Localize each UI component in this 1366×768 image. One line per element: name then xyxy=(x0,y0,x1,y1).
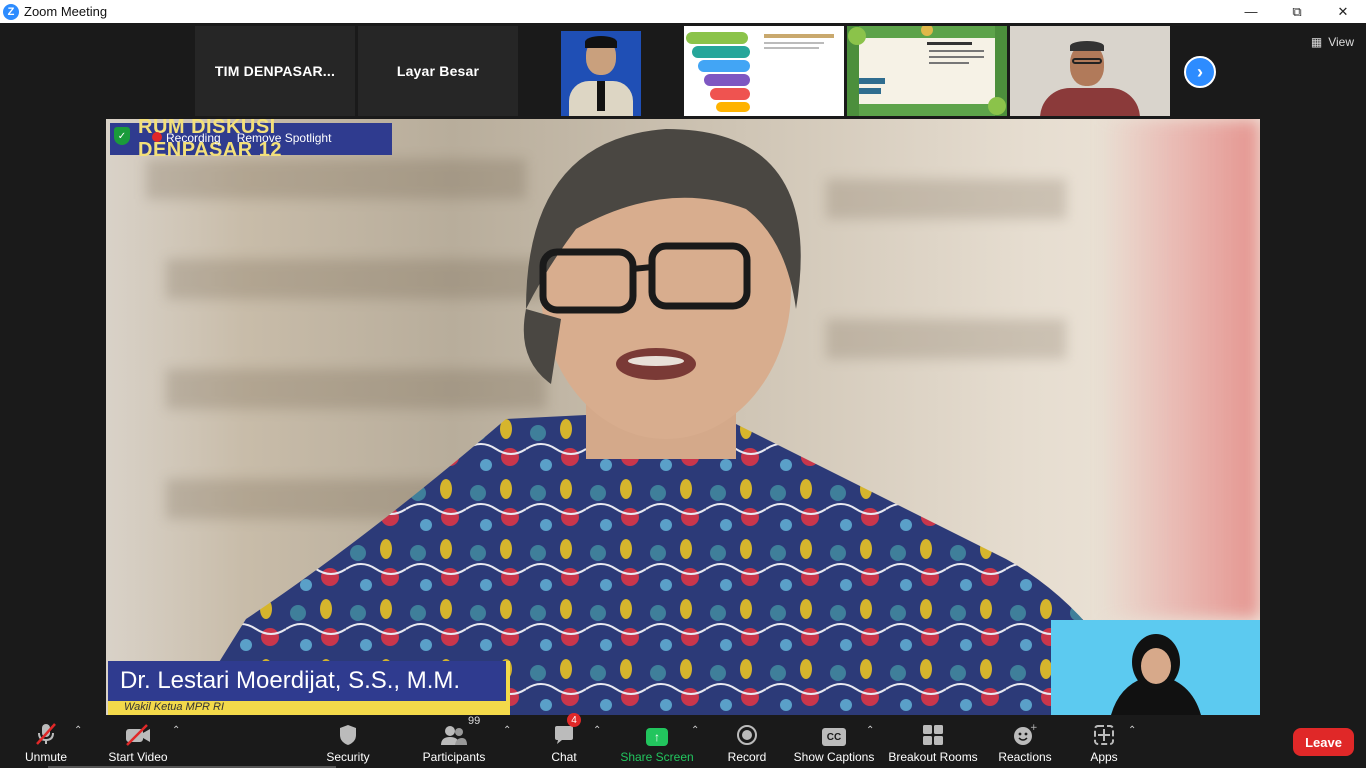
participants-icon: 99 xyxy=(440,715,480,746)
recording-indicator[interactable]: Recording xyxy=(152,131,221,145)
participant-video-thumbnail[interactable] xyxy=(521,26,681,116)
sign-language-interpreter-video[interactable] xyxy=(1051,620,1260,715)
leave-button[interactable]: Leave xyxy=(1293,728,1354,756)
participants-label: Participants xyxy=(422,750,486,764)
funnel-graphic-icon xyxy=(686,32,834,112)
leave-label: Leave xyxy=(1305,734,1342,750)
interpreter-figure xyxy=(1111,634,1201,715)
participants-options-chevron-icon[interactable]: ⌃ xyxy=(503,725,511,736)
shared-slide-thumbnail[interactable] xyxy=(684,26,844,116)
minimize-button[interactable]: — xyxy=(1228,0,1274,23)
meeting-toolbar: Unmute ⌃ Start Video ⌃ Security 99 Parti… xyxy=(0,713,1366,768)
apps-icon xyxy=(1093,720,1115,746)
apps-label: Apps xyxy=(1090,750,1118,764)
share-screen-button[interactable]: ↑ Share Screen xyxy=(620,720,694,764)
unmute-button[interactable]: Unmute xyxy=(22,720,70,764)
chat-unread-badge: 4 xyxy=(567,713,581,727)
video-off-icon xyxy=(124,720,152,746)
participant-name: TIM DENPASAR... xyxy=(214,63,336,79)
participant-name: Layar Besar xyxy=(396,63,480,79)
grid-icon: ▦ xyxy=(1310,35,1323,49)
show-captions-button[interactable]: CC Show Captions xyxy=(793,720,875,764)
main-speaker-video[interactable]: RUM DISKUSI DENPASAR 12 ✓ Recording Remo… xyxy=(106,119,1260,715)
captions-options-chevron-icon[interactable]: ⌃ xyxy=(866,725,874,736)
apps-options-chevron-icon[interactable]: ⌃ xyxy=(1128,725,1136,736)
shared-slide-thumbnail[interactable] xyxy=(847,26,1007,116)
unmute-label: Unmute xyxy=(24,750,68,764)
portrait-photo xyxy=(561,31,641,116)
share-options-chevron-icon[interactable]: ⌃ xyxy=(691,725,699,736)
video-options-chevron-icon[interactable]: ⌃ xyxy=(172,725,180,736)
share-screen-icon: ↑ xyxy=(646,720,668,746)
record-label: Record xyxy=(727,750,767,764)
participant-strip: TIM DENPASAR... Layar Besar › ▦ View xyxy=(0,23,1366,119)
chat-options-chevron-icon[interactable]: ⌃ xyxy=(593,725,601,736)
participant-video-thumbnail[interactable] xyxy=(1010,26,1170,116)
participants-button[interactable]: 99 Participants xyxy=(420,715,488,764)
smiley-icon: + xyxy=(1013,720,1037,746)
share-screen-label: Share Screen xyxy=(620,750,694,764)
record-button[interactable]: Record xyxy=(727,720,767,764)
shield-icon xyxy=(338,720,358,746)
breakout-rooms-grid-icon xyxy=(922,720,944,746)
svg-text:+: + xyxy=(1030,724,1037,733)
participant-tile[interactable]: Layar Besar xyxy=(358,26,518,116)
speaker-subtitle: Wakil Ketua MPR RI xyxy=(108,701,510,715)
speaker-name: Dr. Lestari Moerdijat, S.S., M.M. xyxy=(120,667,461,694)
start-video-button[interactable]: Start Video xyxy=(106,720,170,764)
record-icon xyxy=(736,720,758,746)
start-video-label: Start Video xyxy=(108,750,168,764)
window-title: Zoom Meeting xyxy=(24,4,108,19)
participant-tile[interactable]: TIM DENPASAR... xyxy=(195,26,355,116)
security-label: Security xyxy=(326,750,370,764)
chat-label: Chat xyxy=(551,750,577,764)
recording-overlay: Recording Remove Spotlight xyxy=(152,131,331,145)
reactions-label: Reactions xyxy=(998,750,1052,764)
window-controls: — ⧉ ✕ xyxy=(1228,0,1366,23)
view-label: View xyxy=(1328,35,1354,49)
audio-options-chevron-icon[interactable]: ⌃ xyxy=(74,725,82,736)
recording-label: Recording xyxy=(166,131,221,145)
close-button[interactable]: ✕ xyxy=(1320,0,1366,23)
title-bar: Z Zoom Meeting — ⧉ ✕ xyxy=(0,0,1366,23)
apps-button[interactable]: Apps xyxy=(1088,720,1120,764)
chat-bubble-icon: 4 xyxy=(553,713,581,746)
speaker-name-tag: Dr. Lestari Moerdijat, S.S., M.M. xyxy=(108,661,510,701)
view-button[interactable]: ▦ View xyxy=(1311,35,1354,49)
remove-spotlight-button[interactable]: Remove Spotlight xyxy=(237,131,332,145)
show-captions-label: Show Captions xyxy=(793,750,875,764)
muted-microphone-icon xyxy=(35,720,57,746)
record-dot-icon xyxy=(152,132,162,142)
closed-captions-icon: CC xyxy=(822,720,846,746)
next-page-button[interactable]: › xyxy=(1184,56,1216,88)
zoom-logo-icon: Z xyxy=(3,3,19,20)
security-button[interactable]: Security xyxy=(324,720,372,764)
shield-check-icon: ✓ xyxy=(114,127,130,145)
participants-count: 99 xyxy=(468,715,481,727)
breakout-rooms-button[interactable]: Breakout Rooms xyxy=(888,720,978,764)
chat-button[interactable]: 4 Chat xyxy=(550,713,581,764)
restore-button[interactable]: ⧉ xyxy=(1274,0,1320,23)
breakout-rooms-label: Breakout Rooms xyxy=(888,750,978,764)
leaf-frame-graphic-icon xyxy=(847,26,1007,116)
reactions-button[interactable]: + Reactions xyxy=(998,720,1052,764)
